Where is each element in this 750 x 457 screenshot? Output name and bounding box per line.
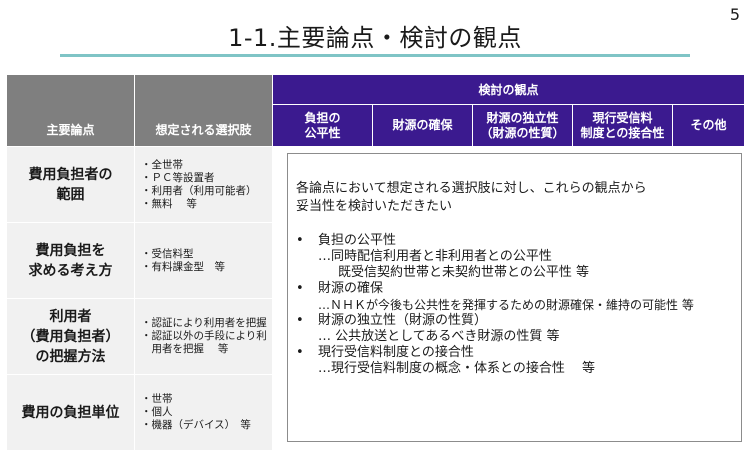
callout-intro: 各論点において想定される選択肢に対し、これらの観点から 妥当性を検討いただきたい xyxy=(296,181,647,214)
perspective-fairness: 負担の 公平性 xyxy=(272,104,373,147)
perspective-funding: 財源の確保 xyxy=(372,104,473,147)
header-perspectives: 検討の観点 xyxy=(272,74,745,105)
topic-payer-scope: 費用負担者の 範囲 xyxy=(6,146,135,223)
perspectives-callout: 各論点において想定される選択肢に対し、これらの観点から 妥当性を検討いただきたい… xyxy=(287,153,742,442)
perspective-compatibility: 現行受信料 制度との接合性 xyxy=(572,104,673,147)
page-title: 1-1.主要論点・検討の観点 xyxy=(228,24,522,52)
callout-item-fairness: • 負担の公平性 …同時配信利用者と非利用者との公平性 既受信契約世帯と未契約世帯… xyxy=(296,233,590,280)
topic-charging-concept: 費用負担を 求める考え方 xyxy=(6,222,135,299)
options-payer-scope: ・全世帯 ・ＰＣ等設置者 ・利用者（利用可能者） ・無料 等 xyxy=(134,146,273,223)
header-main-issues: 主要論点 xyxy=(6,74,135,147)
callout-item-independence: • 財源の独立性（財源の性質） … 公共放送としてあるべき財源の性質 等 xyxy=(296,313,560,344)
perspective-other: その他 xyxy=(672,104,745,147)
callout-item-compatibility: • 現行受信料制度との接合性 …現行受信料制度の概念・体系との接合性 等 xyxy=(296,345,596,376)
perspective-independence: 財源の独立性 （財源の性質） xyxy=(472,104,573,147)
header-options: 想定される選択肢 xyxy=(134,74,273,147)
callout-item-funding: • 財源の確保 …ＮＨＫが今後も公共性を発揮するための財源確保・維持の可能性 等 xyxy=(296,281,694,312)
options-charging-concept: ・受信料型 ・有料課金型 等 xyxy=(134,222,273,299)
topic-user-identification: 利用者 （費用負担者） の把握方法 xyxy=(6,298,135,375)
options-charge-unit: ・世帯 ・個人 ・機器（デバイス） 等 xyxy=(134,374,273,451)
title-underline xyxy=(60,54,690,57)
topic-charge-unit: 費用の負担単位 xyxy=(6,374,135,451)
options-user-identification: ・認証により利用者を把握 ・認証以外の手段により利 用者を把握 等 xyxy=(134,298,273,375)
